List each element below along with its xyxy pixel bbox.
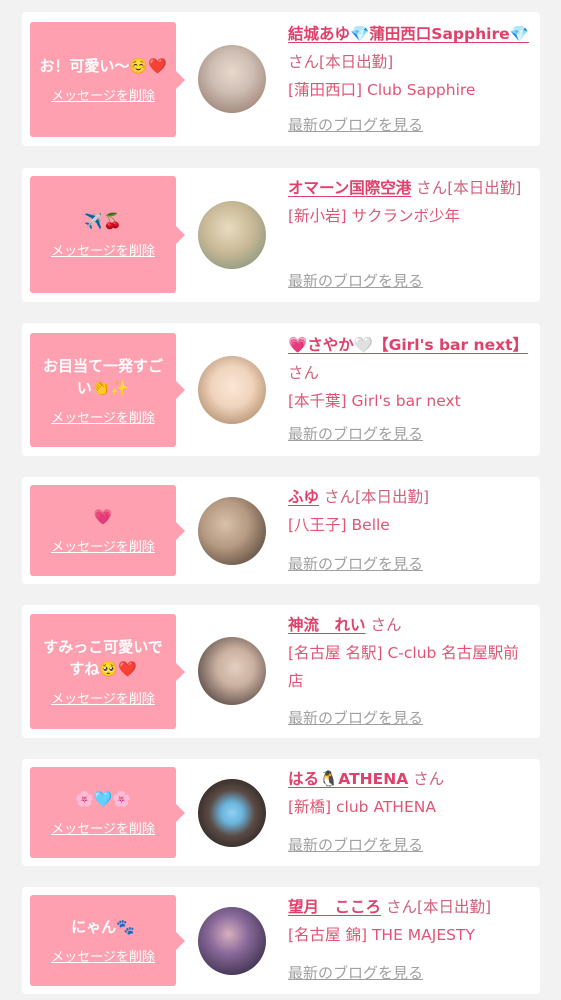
user-name-link[interactable]: ふゆ <box>288 488 319 506</box>
message-text: 💗 <box>93 508 113 526</box>
shop-name: [名古屋 名駅] C-club 名古屋駅前店 <box>288 644 519 690</box>
message-card: お目当て一発すごい👏✨ メッセージを削除 💗さやか🤍【Girl's bar ne… <box>22 323 540 456</box>
delete-message-link[interactable]: メッセージを削除 <box>51 946 155 965</box>
user-name-link[interactable]: 望月 こころ <box>288 898 381 916</box>
latest-blog-link[interactable]: 最新のブログを見る <box>288 270 423 291</box>
user-info: オマーン国際空港 さん[本日出勤] [新小岩] サクランボ少年 <box>288 174 532 230</box>
message-bubble: すみっこ可愛いですね🥺❤️ メッセージを削除 <box>30 614 185 729</box>
status-label: [本日出勤] <box>319 53 394 71</box>
message-text: ✈️🍒 <box>84 212 122 230</box>
message-text: にゃん🐾 <box>71 918 135 936</box>
user-info: ふゆ さん[本日出勤] [八王子] Belle <box>288 483 532 539</box>
message-bubble: ✈️🍒 メッセージを削除 <box>30 176 185 293</box>
message-card: にゃん🐾 メッセージを削除 望月 こころ さん[本日出勤] [名古屋 錦] TH… <box>22 887 540 994</box>
avatar[interactable] <box>198 45 266 113</box>
avatar[interactable] <box>198 201 266 269</box>
message-text: お！可愛い〜☺️❤️ <box>39 57 167 75</box>
user-info: はる🐧ATHENA さん [新橋] club ATHENA <box>288 765 532 821</box>
message-text: お目当て一発すごい👏✨ <box>42 356 163 397</box>
status-label: [本日出勤] <box>447 179 522 197</box>
honorific: さん <box>288 53 320 71</box>
latest-blog-link[interactable]: 最新のブログを見る <box>288 114 423 135</box>
user-name-link[interactable]: 結城あゆ💎蒲田西口Sapphire💎 <box>288 25 529 43</box>
message-bubble: にゃん🐾 メッセージを削除 <box>30 895 185 986</box>
honorific: さん <box>323 488 355 506</box>
message-bubble: お目当て一発すごい👏✨ メッセージを削除 <box>30 333 185 447</box>
user-name-link[interactable]: 💗さやか🤍【Girl's bar next】 <box>288 336 528 354</box>
shop-name: [新小岩] サクランボ少年 <box>288 207 461 225</box>
honorific: さん <box>370 616 402 634</box>
message-card: 🌸🩵🌸 メッセージを削除 はる🐧ATHENA さん [新橋] club ATHE… <box>22 759 540 866</box>
message-text: 🌸🩵🌸 <box>74 790 132 808</box>
delete-message-link[interactable]: メッセージを削除 <box>51 536 155 555</box>
avatar[interactable] <box>198 779 266 847</box>
latest-blog-link[interactable]: 最新のブログを見る <box>288 707 423 728</box>
honorific: さん <box>416 179 448 197</box>
latest-blog-link[interactable]: 最新のブログを見る <box>288 962 423 983</box>
shop-name: [新橋] club ATHENA <box>288 798 436 816</box>
avatar[interactable] <box>198 356 266 424</box>
delete-message-link[interactable]: メッセージを削除 <box>51 240 155 259</box>
message-bubble: 🌸🩵🌸 メッセージを削除 <box>30 767 185 858</box>
message-bubble: 💗 メッセージを削除 <box>30 485 185 576</box>
delete-message-link[interactable]: メッセージを削除 <box>51 85 155 104</box>
latest-blog-link[interactable]: 最新のブログを見る <box>288 423 423 444</box>
user-info: 望月 こころ さん[本日出勤] [名古屋 錦] THE MAJESTY <box>288 893 532 949</box>
message-card: お！可愛い〜☺️❤️ メッセージを削除 結城あゆ💎蒲田西口Sapphire💎 さ… <box>22 12 540 146</box>
message-card: すみっこ可愛いですね🥺❤️ メッセージを削除 神流 れい さん [名古屋 名駅]… <box>22 605 540 738</box>
message-card: ✈️🍒 メッセージを削除 オマーン国際空港 さん[本日出勤] [新小岩] サクラ… <box>22 168 540 302</box>
user-name-link[interactable]: オマーン国際空港 <box>288 179 411 197</box>
latest-blog-link[interactable]: 最新のブログを見る <box>288 553 423 574</box>
latest-blog-link[interactable]: 最新のブログを見る <box>288 834 423 855</box>
message-text: すみっこ可愛いですね🥺❤️ <box>43 638 163 678</box>
message-bubble: お！可愛い〜☺️❤️ メッセージを削除 <box>30 22 185 137</box>
user-info: 💗さやか🤍【Girl's bar next】 さん [本千葉] Girl's b… <box>288 331 532 415</box>
shop-name: [本千葉] Girl's bar next <box>288 392 461 410</box>
honorific: さん <box>288 364 320 382</box>
shop-name: [八王子] Belle <box>288 516 390 534</box>
shop-name: [蒲田西口] Club Sapphire <box>288 81 476 99</box>
avatar[interactable] <box>198 637 266 705</box>
status-label: [本日出勤] <box>416 898 492 916</box>
user-name-link[interactable]: はる🐧ATHENA <box>288 770 408 788</box>
user-name-link[interactable]: 神流 れい <box>288 616 366 634</box>
status-label: [本日出勤] <box>354 488 430 506</box>
avatar[interactable] <box>198 907 266 975</box>
user-info: 神流 れい さん [名古屋 名駅] C-club 名古屋駅前店 <box>288 611 532 695</box>
honorific: さん <box>413 770 445 788</box>
honorific: さん <box>385 898 417 916</box>
delete-message-link[interactable]: メッセージを削除 <box>51 818 155 837</box>
shop-name: [名古屋 錦] THE MAJESTY <box>288 926 475 944</box>
message-list: お！可愛い〜☺️❤️ メッセージを削除 結城あゆ💎蒲田西口Sapphire💎 さ… <box>0 0 561 1000</box>
user-info: 結城あゆ💎蒲田西口Sapphire💎 さん[本日出勤] [蒲田西口] Club … <box>288 20 532 104</box>
avatar[interactable] <box>198 497 266 565</box>
delete-message-link[interactable]: メッセージを削除 <box>51 407 155 426</box>
delete-message-link[interactable]: メッセージを削除 <box>51 688 155 707</box>
message-card: 💗 メッセージを削除 ふゆ さん[本日出勤] [八王子] Belle 最新のブロ… <box>22 477 540 584</box>
